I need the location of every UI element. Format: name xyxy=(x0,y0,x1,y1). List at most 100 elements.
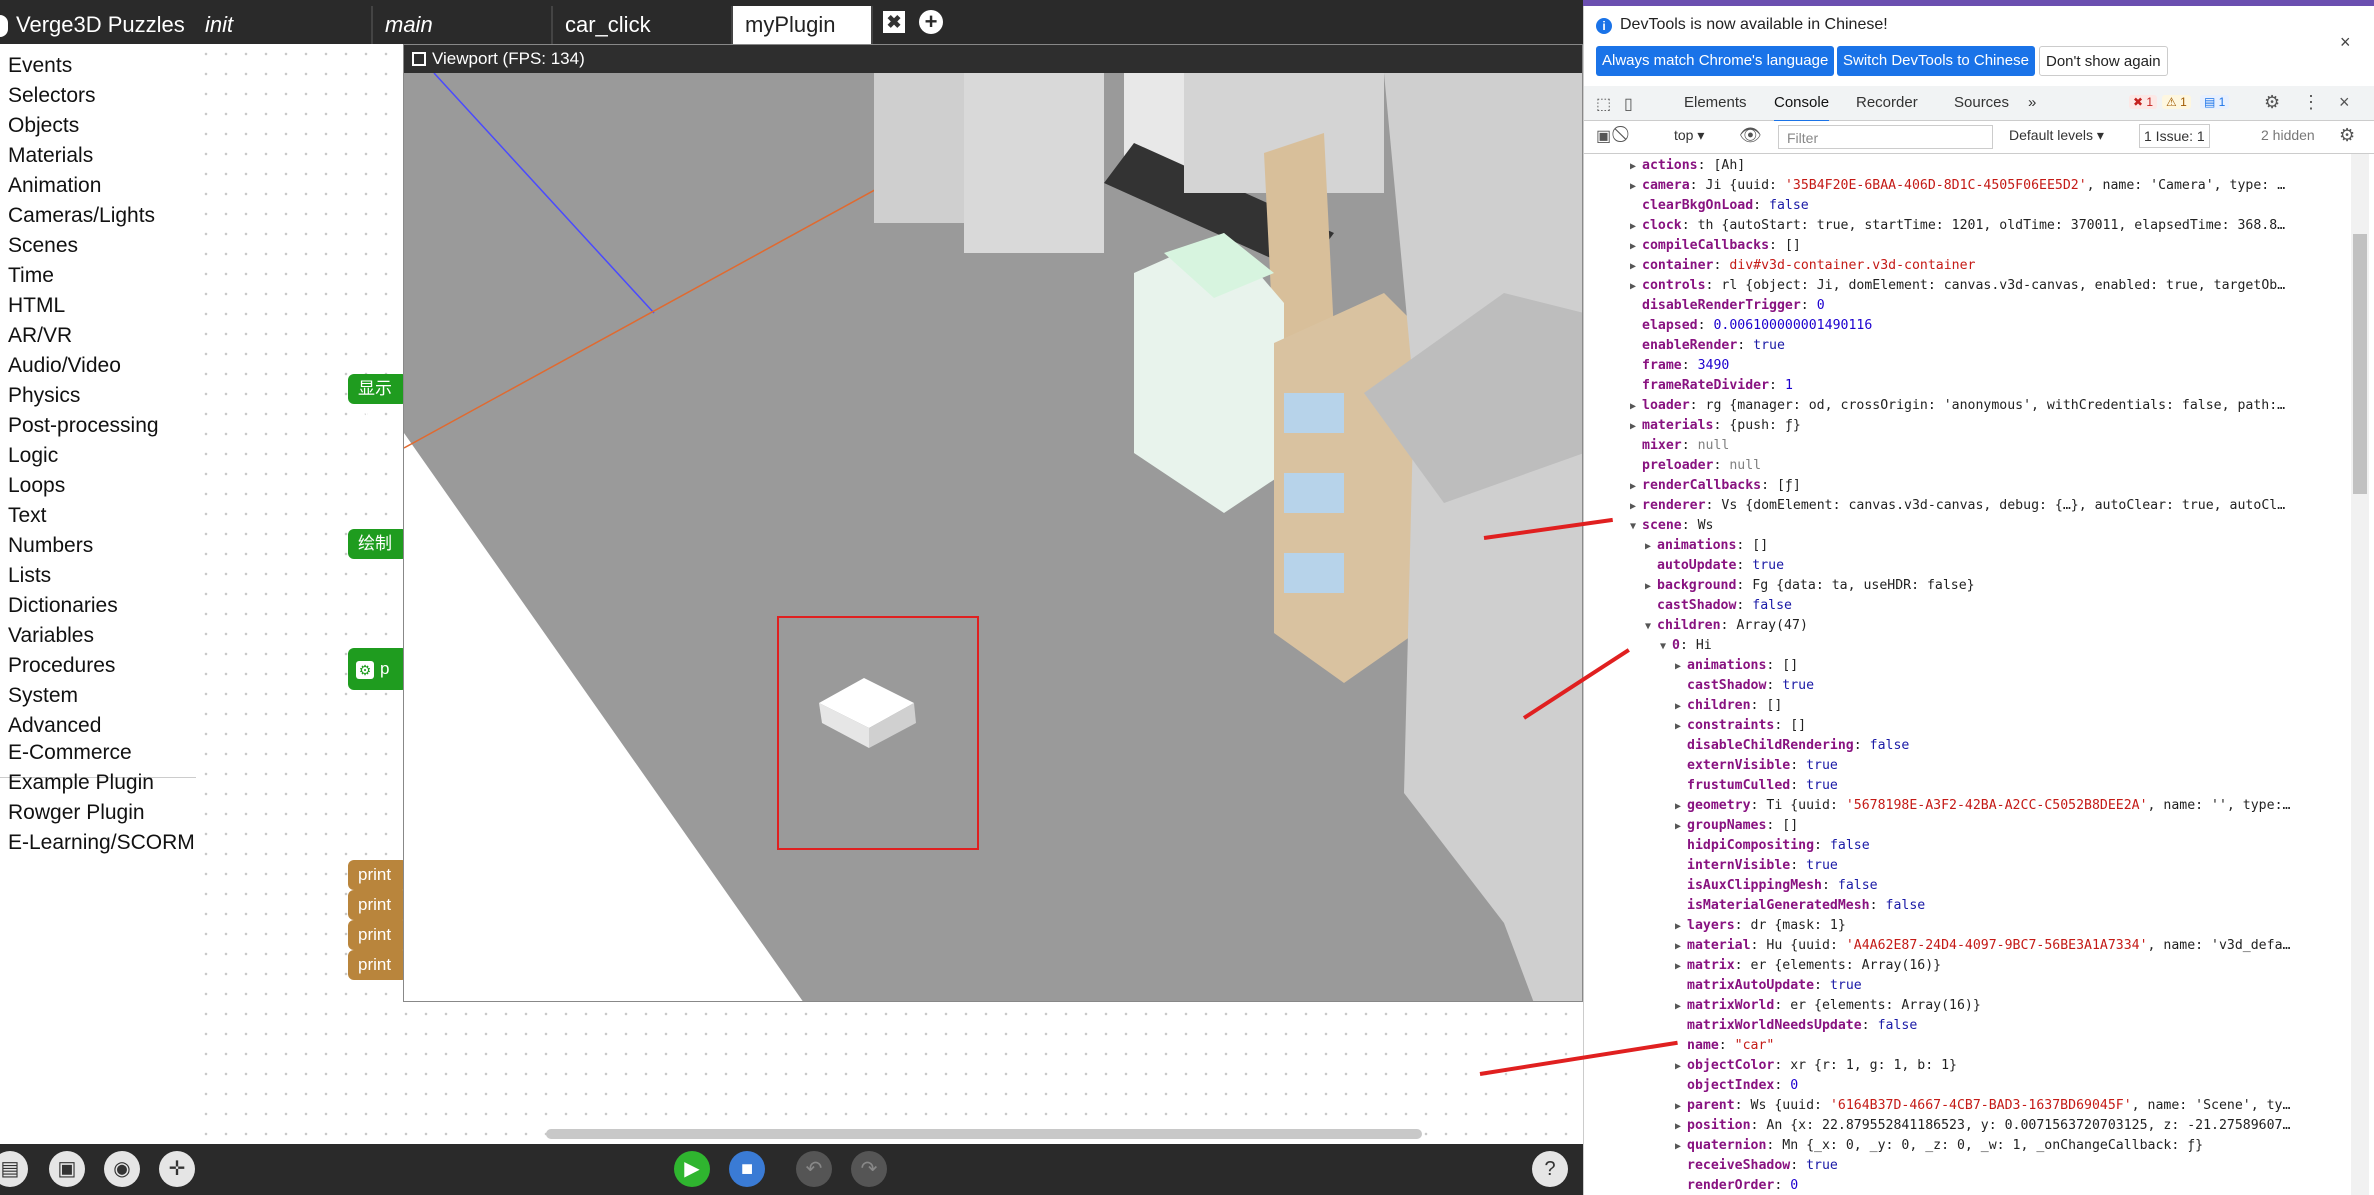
tab-recorder[interactable]: Recorder xyxy=(1856,86,1918,120)
collapsed-arrow-icon[interactable]: ▶ xyxy=(1630,277,1642,297)
puzzle-block-print[interactable]: print xyxy=(348,860,408,890)
viewport-window[interactable]: Viewport (FPS: 134) xyxy=(403,44,1583,1002)
target-icon[interactable]: ✛ xyxy=(159,1151,195,1187)
collapsed-arrow-icon[interactable]: ▶ xyxy=(1675,1137,1687,1157)
toolbox-category[interactable]: Audio/Video xyxy=(8,354,121,378)
console-property-row[interactable]: ▶ renderCallbacks: [ƒ] xyxy=(1630,476,1801,497)
collapsed-arrow-icon[interactable]: ▶ xyxy=(1630,477,1642,497)
expanded-arrow-icon[interactable]: ▼ xyxy=(1645,617,1657,637)
collapsed-arrow-icon[interactable]: ▶ xyxy=(1630,237,1642,257)
console-property-row[interactable]: ▼ 0: Hi xyxy=(1660,636,1712,657)
dont-show-again-button[interactable]: Don't show again xyxy=(2039,46,2168,76)
collapsed-arrow-icon[interactable]: ▶ xyxy=(1630,217,1642,237)
tab-sources[interactable]: Sources xyxy=(1954,86,2009,120)
add-tab-icon[interactable]: + xyxy=(919,10,943,34)
close-tab-icon[interactable]: ✖ xyxy=(883,11,905,33)
viewport-3d-scene[interactable] xyxy=(404,73,1583,1002)
context-select[interactable]: top ▾ xyxy=(1674,127,1704,144)
panel-icon[interactable]: ▣ xyxy=(49,1151,85,1187)
collapsed-arrow-icon[interactable]: ▶ xyxy=(1645,577,1657,597)
puzzle-block-print[interactable]: print xyxy=(348,890,408,920)
console-property-row[interactable]: ▶ container: div#v3d-container.v3d-contai… xyxy=(1630,256,1976,277)
toolbox-category[interactable]: Scenes xyxy=(8,234,78,258)
console-property-row[interactable]: ▶ matrixWorld: er {elements: Array(16)} xyxy=(1675,996,1981,1017)
log-levels-select[interactable]: Default levels ▾ xyxy=(2009,127,2104,144)
toolbox-plugin-category[interactable]: E-Learning/SCORM xyxy=(8,831,195,855)
console-property-row[interactable]: ▶ loader: rg {manager: od, crossOrigin: '… xyxy=(1630,396,2285,417)
console-property-row[interactable]: ▶ position: An {x: 22.879552841186523, y:… xyxy=(1675,1116,2290,1137)
toolbox-category[interactable]: Advanced xyxy=(8,714,101,738)
console-settings-icon[interactable]: ⚙ xyxy=(2339,125,2355,146)
toolbox-category[interactable]: Numbers xyxy=(8,534,93,558)
collapsed-arrow-icon[interactable]: ▶ xyxy=(1630,497,1642,517)
tab-main[interactable]: main xyxy=(373,6,553,44)
toolbox-category[interactable]: Procedures xyxy=(8,654,115,678)
console-property-row[interactable]: ▶ materials: {push: ƒ} xyxy=(1630,416,1801,437)
toolbox-category[interactable]: Loops xyxy=(8,474,65,498)
inspect-icon[interactable]: ⬚ xyxy=(1596,94,1611,114)
collapsed-arrow-icon[interactable]: ▶ xyxy=(1675,1117,1687,1137)
console-scroll-thumb[interactable] xyxy=(2353,234,2367,494)
expanded-arrow-icon[interactable]: ▼ xyxy=(1660,637,1672,657)
console-property-row[interactable]: ▶ layers: dr {mask: 1} xyxy=(1675,916,1846,937)
play-icon[interactable]: ▶ xyxy=(674,1151,710,1187)
menu-icon[interactable]: ▤ xyxy=(0,1151,28,1187)
close-devtools-icon[interactable]: × xyxy=(2339,92,2350,113)
puzzle-block-print[interactable]: print xyxy=(348,920,408,950)
console-filter-input[interactable]: Filter xyxy=(1778,125,1993,149)
console-property-row[interactable]: ▶ animations: [] xyxy=(1675,656,1798,677)
console-property-row[interactable]: ▶ parent: Ws {uuid: '6164B37D-4667-4CB7-B… xyxy=(1675,1096,2290,1117)
toolbox-category[interactable]: Time xyxy=(8,264,54,288)
collapsed-arrow-icon[interactable]: ▶ xyxy=(1675,1097,1687,1117)
save-icon[interactable]: ■ xyxy=(729,1151,765,1187)
error-count-badge[interactable]: ✖ 1 xyxy=(2129,95,2158,109)
issues-button[interactable]: 1 Issue: 1 xyxy=(2139,124,2210,148)
settings-gear-icon[interactable]: ⚙ xyxy=(2264,92,2280,113)
collapsed-arrow-icon[interactable]: ▶ xyxy=(1675,937,1687,957)
toolbox-plugin-category[interactable]: E-Commerce xyxy=(8,741,132,765)
collapsed-arrow-icon[interactable]: ▶ xyxy=(1675,657,1687,677)
tab-car-click[interactable]: car_click xyxy=(553,6,733,44)
puzzle-block-procedure[interactable]: ⚙ p xyxy=(348,648,408,690)
collapsed-arrow-icon[interactable]: ▶ xyxy=(1675,697,1687,717)
console-property-row[interactable]: ▶ groupNames: [] xyxy=(1675,816,1798,837)
console-property-row[interactable]: ▼ scene: Ws xyxy=(1630,516,1713,537)
collapsed-arrow-icon[interactable]: ▶ xyxy=(1630,397,1642,417)
pause-icon[interactable] xyxy=(412,52,426,66)
toolbox-category[interactable]: Physics xyxy=(8,384,80,408)
message-count-badge[interactable]: ▤ 1 xyxy=(2200,95,2230,109)
toolbox-category[interactable]: Selectors xyxy=(8,84,96,108)
console-output[interactable]: ▶ actions: [Ah] ▶ camera: Ji {uuid: '35B4F2… xyxy=(1584,154,2347,1195)
console-property-row[interactable]: ▶ constraints: [] xyxy=(1675,716,1806,737)
collapsed-arrow-icon[interactable]: ▶ xyxy=(1630,417,1642,437)
console-property-row[interactable]: ▶ objectColor: xr {r: 1, g: 1, b: 1} xyxy=(1675,1056,1957,1077)
more-options-icon[interactable]: ⋮ xyxy=(2302,92,2320,113)
switch-language-button[interactable]: Switch DevTools to Chinese xyxy=(1837,46,2035,76)
sidebar-toggle-icon[interactable]: ▣ xyxy=(1596,126,1611,146)
collapsed-arrow-icon[interactable]: ▶ xyxy=(1645,537,1657,557)
close-icon[interactable]: × xyxy=(2340,32,2351,53)
tab-init[interactable]: init xyxy=(193,6,373,44)
match-language-button[interactable]: Always match Chrome's language xyxy=(1596,46,1835,76)
console-property-row[interactable]: ▼ children: Array(47) xyxy=(1645,616,1808,637)
tab-myplugin[interactable]: myPlugin xyxy=(733,6,873,44)
puzzle-block-draw[interactable]: 绘制一 xyxy=(348,529,408,583)
toolbox-category[interactable]: Dictionaries xyxy=(8,594,118,618)
console-property-row[interactable]: ▶ compileCallbacks: [] xyxy=(1630,236,1801,257)
toolbox-category[interactable]: Lists xyxy=(8,564,51,588)
console-property-row[interactable]: ▶ geometry: Ti {uuid: '5678198E-A3F2-42BA… xyxy=(1675,796,2290,817)
collapsed-arrow-icon[interactable]: ▶ xyxy=(1630,257,1642,277)
help-icon[interactable]: ? xyxy=(1532,1151,1568,1187)
workspace-horizontal-scrollbar[interactable] xyxy=(546,1129,1422,1139)
toolbox-category[interactable]: Events xyxy=(8,54,72,78)
puzzle-block-show[interactable]: 显示虫 xyxy=(348,374,408,428)
device-toggle-icon[interactable]: ▯ xyxy=(1624,94,1633,114)
redo-icon[interactable]: ↷ xyxy=(851,1151,887,1187)
camera-icon[interactable]: ◉ xyxy=(104,1151,140,1187)
collapsed-arrow-icon[interactable]: ▶ xyxy=(1675,957,1687,977)
console-property-row[interactable]: ▶ animations: [] xyxy=(1645,536,1768,557)
collapsed-arrow-icon[interactable]: ▶ xyxy=(1675,1057,1687,1077)
collapsed-arrow-icon[interactable]: ▶ xyxy=(1675,917,1687,937)
console-property-row[interactable]: ▶ background: Fg {data: ta, useHDR: false… xyxy=(1645,576,1975,597)
more-tabs-icon[interactable]: » xyxy=(2028,86,2036,120)
